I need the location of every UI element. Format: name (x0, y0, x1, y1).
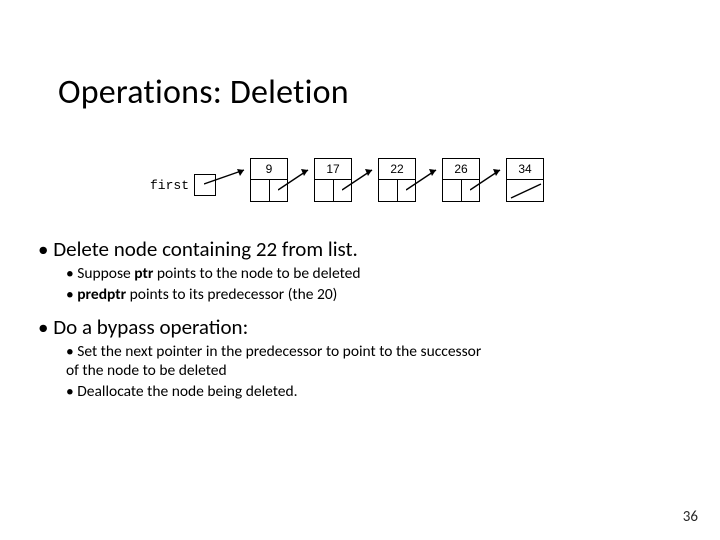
bullet-level2: Deallocate the node being deleted. (66, 382, 678, 401)
node-ptr-cell (314, 180, 333, 202)
arrow-first-to-node0 (204, 164, 254, 194)
slide: Operations: Deletion first 9 17 22 (0, 0, 720, 540)
slide-title: Operations: Deletion (58, 72, 349, 113)
node-ptr-cell (250, 180, 269, 202)
text-run: Suppose (77, 264, 134, 283)
bullet-level1: Do a bypass operation: (38, 314, 678, 340)
node-null-ptr-cell (506, 180, 544, 202)
list-node: 34 (506, 158, 544, 202)
page-number: 36 (683, 508, 698, 526)
node-value: 34 (506, 158, 544, 180)
bullet-level2: Suppose ptr points to the node to be del… (66, 264, 678, 283)
first-pointer-label: first (150, 178, 189, 193)
arrow-icon (470, 164, 510, 194)
bullet-level1: Delete node containing 22 from list. (38, 236, 678, 262)
linked-list-diagram: first 9 17 22 2 (150, 148, 570, 218)
node-ptr-cell (378, 180, 397, 202)
null-slash-icon (509, 182, 543, 200)
text-run: points to its predecessor (the 20) (126, 285, 337, 304)
bullet-level2: Set the next pointer in the predecessor … (66, 342, 486, 380)
text-run: points to the node to be deleted (153, 264, 360, 283)
slide-body: Delete node containing 22 from list. Sup… (38, 232, 678, 403)
arrow-icon (342, 164, 382, 194)
arrow-icon (406, 164, 446, 194)
bullet-level2: predptr points to its predecessor (the 2… (66, 285, 678, 304)
text-bold: ptr (134, 264, 153, 283)
node-ptr-cell (442, 180, 461, 202)
arrow-icon (278, 164, 318, 194)
text-bold: predptr (77, 285, 126, 304)
